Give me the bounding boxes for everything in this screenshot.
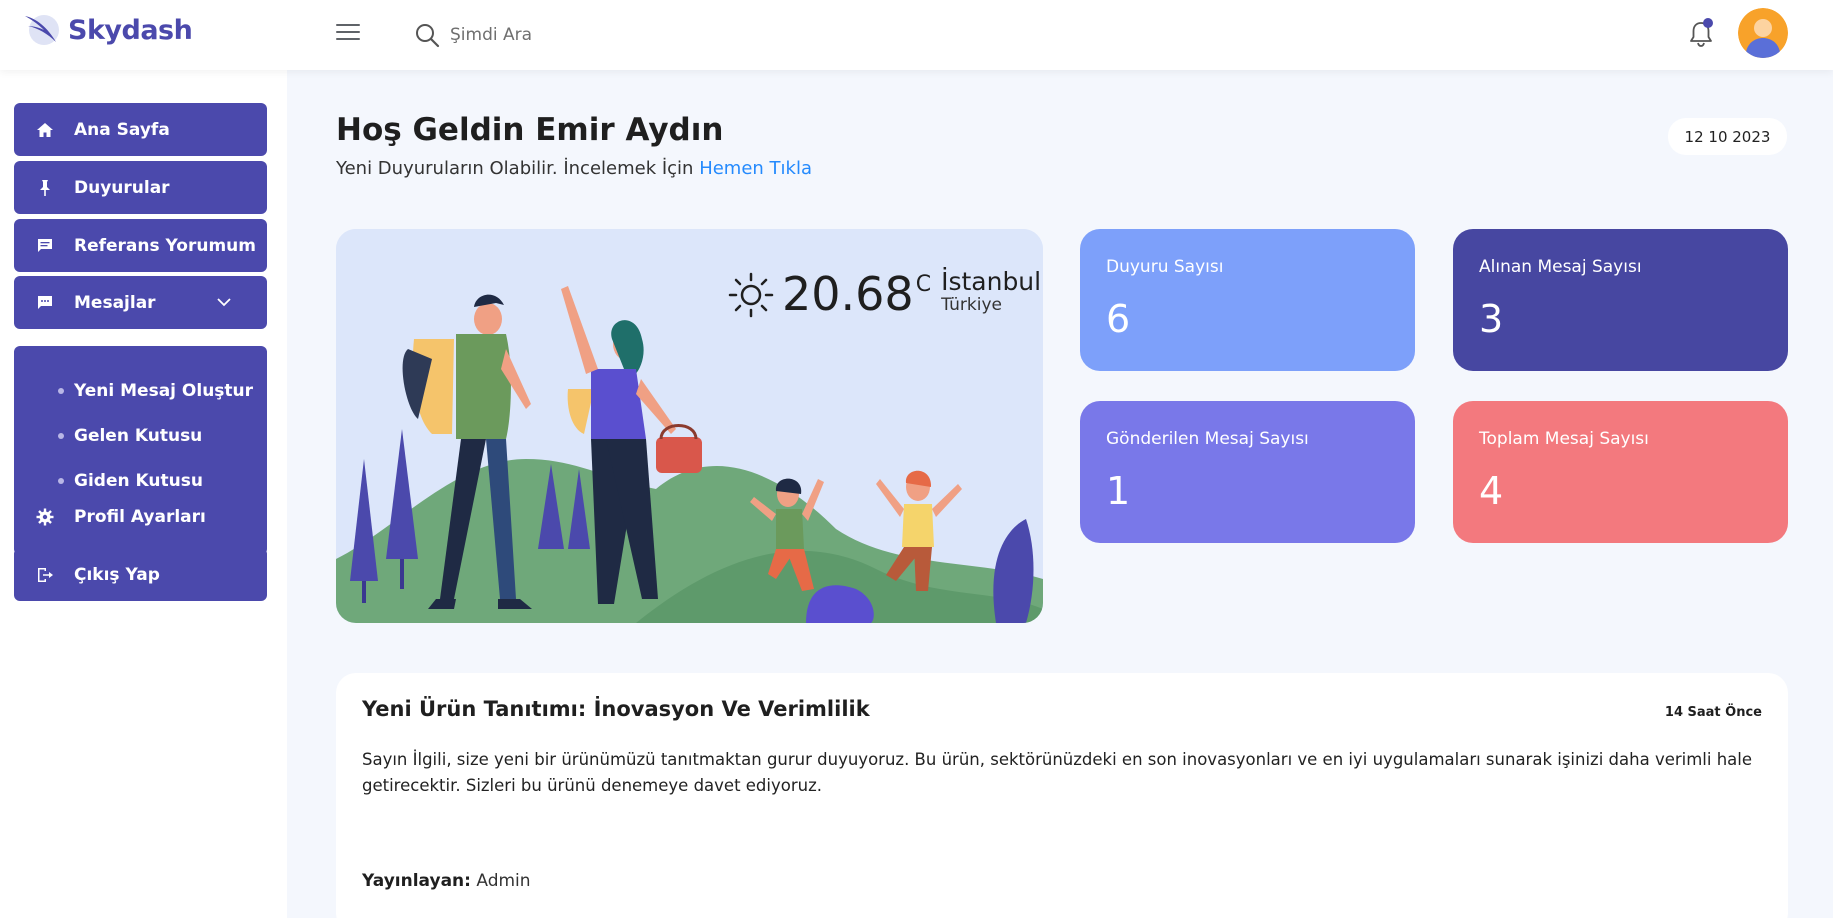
sidebar-item-referans-yorumum[interactable]: Referans Yorumum [14,219,267,272]
stat-card-toplam-mesaj[interactable]: Toplam Mesaj Sayısı 4 [1453,401,1788,543]
stat-card-gonderilen-mesaj[interactable]: Gönderilen Mesaj Sayısı 1 [1080,401,1415,543]
comment-icon [35,236,55,256]
sidebar-item-label: Referans Yorumum [74,235,256,256]
sidebar-item-ana-sayfa[interactable]: Ana Sayfa [14,103,267,156]
search-icon[interactable] [414,22,440,48]
temperature-unit: C [915,272,932,297]
pin-icon [35,178,55,198]
search-input[interactable] [450,25,750,45]
page-subtitle: Yeni Duyuruların Olabilir. İncelemek İçi… [336,158,812,179]
author-label: Yayınlayan: [362,871,471,891]
sidebar-item-duyurular[interactable]: Duyurular [14,161,267,214]
notification-button[interactable] [1686,18,1716,49]
announcement-title[interactable]: Yeni Ürün Tanıtımı: İnovasyon Ve Verimli… [362,697,870,721]
brand-name: Skydash [68,14,193,46]
stat-label: Toplam Mesaj Sayısı [1479,429,1649,449]
announcement-time: 14 Saat Önce [1664,705,1762,720]
sidebar-item-mesajlar[interactable]: Mesajlar [14,276,267,329]
location-country: Türkiye [941,295,1002,315]
notification-badge [1703,18,1713,28]
home-icon [35,120,55,140]
menu-toggle-button[interactable] [336,24,360,44]
stat-value: 4 [1479,469,1504,513]
gear-icon [35,507,55,527]
location-city: İstanbul [941,267,1042,296]
stat-label: Gönderilen Mesaj Sayısı [1106,429,1309,449]
temperature-value: 20.68 [782,267,914,321]
page-title: Hoş Geldin Emir Aydın [336,112,724,148]
logout-icon [35,565,55,585]
author-name: Admin [476,871,531,891]
brand[interactable]: Skydash [22,10,193,50]
date-badge: 12 10 2023 [1668,118,1787,155]
sidebar-item-cikis-yap[interactable]: Çıkış Yap [14,548,267,601]
subtitle-text: Yeni Duyuruların Olabilir. İncelemek İçi… [336,158,700,179]
stat-label: Duyuru Sayısı [1106,257,1224,277]
location: İstanbul Türkiye [941,268,1041,315]
sidebar-item-label: Çıkış Yap [74,564,160,585]
announcement-link[interactable]: Hemen Tıkla [699,158,812,179]
avatar[interactable] [1738,8,1788,58]
sidebar-item-label: Profil Ayarları [74,506,206,527]
sidebar-item-label: Duyurular [74,177,170,198]
chevron-down-icon [217,298,231,307]
announcement-author: Yayınlayan: Admin [362,871,531,891]
user-avatar-icon [1738,8,1788,58]
announcement-body: Sayın İlgili, size yeni bir ürünümüzü ta… [362,750,1753,795]
stat-value: 3 [1479,297,1504,341]
stat-value: 1 [1106,469,1131,513]
brand-logo-icon [25,15,59,45]
top-navbar: Skydash [0,0,1833,70]
weather-card: 20.68 C İstanbul Türkiye [336,229,1043,623]
sidebar-item-label: Ana Sayfa [74,119,170,140]
sidebar-item-label: Mesajlar [74,292,156,313]
stat-label: Alınan Mesaj Sayısı [1479,257,1642,277]
sidebar: Ana Sayfa Duyurular Referans Yorumum Mes… [0,70,287,918]
stat-value: 6 [1106,297,1131,341]
message-icon [35,293,55,313]
submenu-item-yeni-mesaj[interactable]: Yeni Mesaj Oluştur [57,376,253,406]
stat-card-duyuru[interactable]: Duyuru Sayısı 6 [1080,229,1415,371]
announcement-card: Yeni Ürün Tanıtımı: İnovasyon Ve Verimli… [336,673,1788,918]
submenu-item-gelen-kutusu[interactable]: Gelen Kutusu [57,421,202,451]
stat-card-alinan-mesaj[interactable]: Alınan Mesaj Sayısı 3 [1453,229,1788,371]
weather-widget: 20.68 C İstanbul Türkiye [728,266,1041,322]
sidebar-item-profil-ayarlari[interactable]: Profil Ayarları [14,490,267,543]
sun-icon [728,272,774,318]
search-bar [414,18,750,52]
